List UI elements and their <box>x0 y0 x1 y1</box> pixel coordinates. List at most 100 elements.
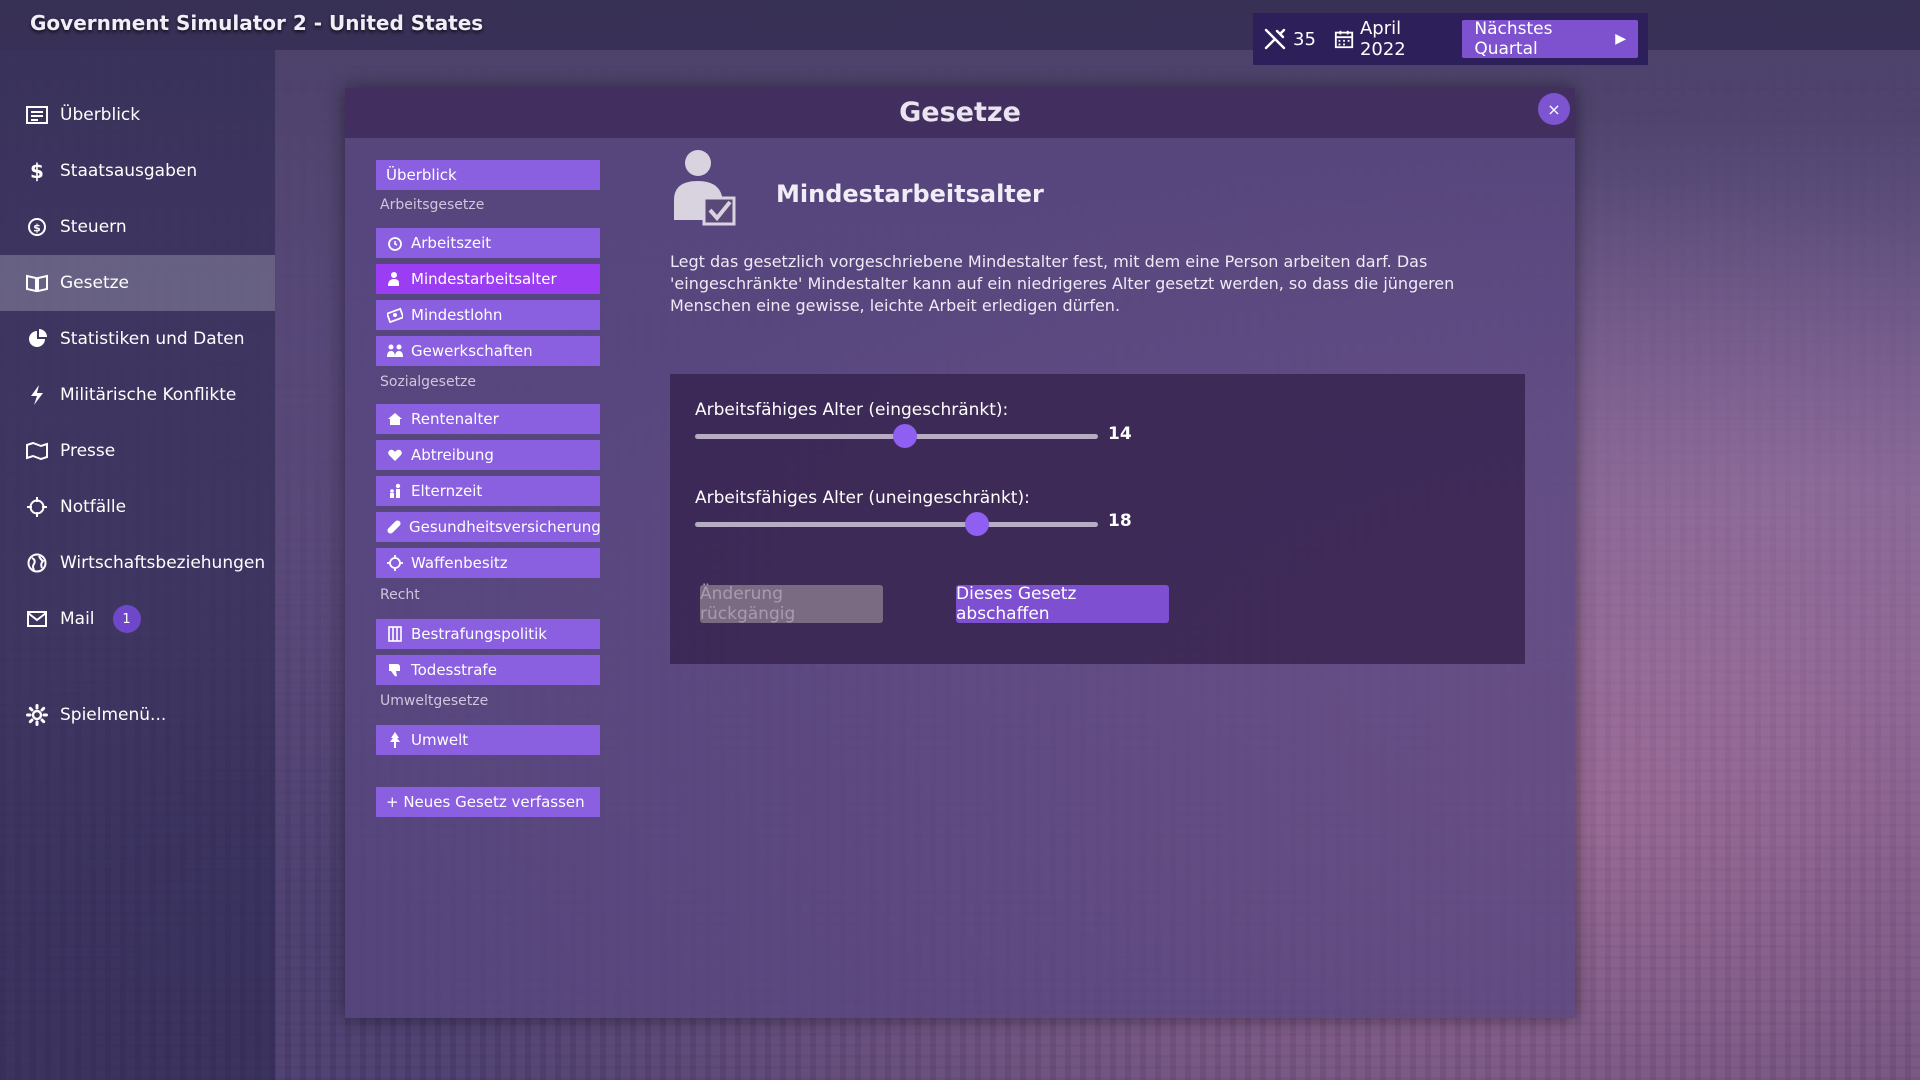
new-law-button[interactable]: + Neues Gesetz verfassen <box>376 787 600 817</box>
law-title: Mindestarbeitsalter <box>776 180 1044 208</box>
play-icon: ▶ <box>1615 31 1626 47</box>
clock-icon <box>386 234 404 252</box>
coin-icon: $ <box>24 216 50 238</box>
tools-icon <box>1264 28 1286 50</box>
category-law: Recht <box>380 587 420 603</box>
overview-icon <box>24 104 50 126</box>
law-item-bestrafungspolitik[interactable]: Bestrafungspolitik <box>376 619 600 649</box>
bandage-icon <box>386 518 402 536</box>
calendar-icon <box>1334 30 1354 49</box>
law-item-umwelt[interactable]: Umwelt <box>376 725 600 755</box>
law-item-arbeitszeit[interactable]: Arbeitszeit <box>376 228 600 258</box>
law-item-label: Überblick <box>386 166 457 184</box>
status-bar: 35 April 2022 Nächstes Quartal ▶ <box>1253 13 1648 65</box>
undo-change-button[interactable]: Änderung rückgängig <box>700 584 883 624</box>
category-work-laws: Arbeitsgesetze <box>380 197 485 213</box>
worker-check-icon <box>668 148 738 228</box>
sidebar-item-notfaelle[interactable]: Notfälle <box>0 479 275 535</box>
sidebar-item-steuern[interactable]: $ Steuern <box>0 199 275 255</box>
law-item-label: Waffenbesitz <box>411 554 508 572</box>
points-value: 35 <box>1293 28 1316 50</box>
app-title: Government Simulator 2 - United States <box>30 11 484 35</box>
sidebar-item-label: Notfälle <box>60 497 127 517</box>
sidebar-item-konflikte[interactable]: Militärische Konflikte <box>0 367 275 423</box>
sidebar-item-wirtschaft[interactable]: Wirtschaftsbeziehungen <box>0 535 275 591</box>
law-item-label: Bestrafungspolitik <box>411 625 547 643</box>
points-indicator: 35 <box>1263 27 1316 51</box>
mail-count-badge: 1 <box>112 605 141 633</box>
slider-value-restricted: 14 <box>1108 424 1132 444</box>
abolish-law-button[interactable]: Dieses Gesetz abschaffen <box>956 584 1169 624</box>
sidebar-item-label: Mail <box>60 609 95 629</box>
law-item-gesundheitsversicherung[interactable]: Gesundheitsversicherung <box>376 512 601 542</box>
new-law-label: + Neues Gesetz verfassen <box>386 793 585 811</box>
law-item-label: Mindestarbeitsalter <box>411 270 557 288</box>
law-item-label: Todesstrafe <box>411 661 497 679</box>
law-item-label: Abtreibung <box>411 446 494 464</box>
sidebar-item-label: Überblick <box>60 105 141 125</box>
law-item-elternzeit[interactable]: Elternzeit <box>376 476 600 506</box>
home-icon <box>386 410 404 428</box>
sidebar-item-label: Wirtschaftsbeziehungen <box>60 553 266 573</box>
sidebar-item-spielmenu[interactable]: Spielmenü... <box>0 687 275 743</box>
next-quarter-button[interactable]: Nächstes Quartal ▶ <box>1462 19 1638 59</box>
sidebar-item-label: Staatsausgaben <box>60 161 198 181</box>
sidebar-item-label: Presse <box>60 441 116 461</box>
date-value: April 2022 <box>1359 18 1406 60</box>
category-social-laws: Sozialgesetze <box>380 374 477 390</box>
law-item-label: Elternzeit <box>411 482 483 500</box>
law-item-rentenalter[interactable]: Rentenalter <box>376 404 600 434</box>
sidebar-item-label: Militärische Konflikte <box>60 385 237 405</box>
thumbs-down-icon <box>386 661 404 679</box>
law-item-label: Gewerkschaften <box>411 342 533 360</box>
slider-restricted[interactable] <box>695 424 1098 448</box>
slider-thumb-restricted[interactable] <box>892 424 917 448</box>
slider-thumb-unrestricted[interactable] <box>965 512 990 536</box>
globe-icon <box>24 552 50 574</box>
map-icon <box>24 440 50 462</box>
law-item-todesstrafe[interactable]: Todesstrafe <box>376 655 600 685</box>
law-item-waffenbesitz[interactable]: Waffenbesitz <box>376 548 600 578</box>
crosshair-icon <box>386 554 404 572</box>
slider-label-unrestricted: Arbeitsfähiges Alter (uneingeschränkt): <box>695 488 1030 508</box>
law-item-label: Mindestlohn <box>411 306 503 324</box>
law-settings-panel: Arbeitsfähiges Alter (eingeschränkt): 14… <box>670 374 1525 664</box>
sidebar-item-staatsausgaben[interactable]: $ Staatsausgaben <box>0 143 275 199</box>
sidebar: Überblick $ Staatsausgaben $ Steuern Ges… <box>0 50 275 1080</box>
law-item-gewerkschaften[interactable]: Gewerkschaften <box>376 336 600 366</box>
slider-unrestricted[interactable] <box>695 512 1098 536</box>
dialog-title: Gesetze <box>899 97 1021 128</box>
svg-text:$: $ <box>33 222 41 235</box>
sidebar-item-overview[interactable]: Überblick <box>0 87 275 143</box>
crosshair-icon <box>24 496 50 518</box>
sidebar-item-gesetze[interactable]: Gesetze <box>0 255 275 311</box>
sidebar-item-label: Statistiken und Daten <box>60 329 245 349</box>
law-item-label: Rentenalter <box>411 410 499 428</box>
dialog-header: Gesetze × <box>345 88 1575 138</box>
tree-icon <box>386 731 404 749</box>
law-item-overview[interactable]: Überblick <box>376 160 600 190</box>
dollar-icon: $ <box>30 159 44 183</box>
category-environment-laws: Umweltgesetze <box>380 693 489 709</box>
law-description: Legt das gesetzlich vorgeschriebene Mind… <box>670 252 1455 315</box>
law-item-label: Gesundheitsversicherung <box>409 518 601 536</box>
worker-icon <box>386 270 404 288</box>
sidebar-item-label: Spielmenü... <box>60 705 167 725</box>
sidebar-item-label: Gesetze <box>60 273 129 293</box>
sidebar-item-presse[interactable]: Presse <box>0 423 275 479</box>
sidebar-item-mail[interactable]: Mail 1 <box>0 591 275 647</box>
money-icon <box>386 306 404 324</box>
next-quarter-label: Nächstes Quartal <box>1474 19 1553 59</box>
law-item-abtreibung[interactable]: Abtreibung <box>376 440 600 470</box>
family-icon <box>386 482 404 500</box>
gear-icon <box>24 704 50 726</box>
slider-label-restricted: Arbeitsfähiges Alter (eingeschränkt): <box>695 400 1009 420</box>
book-icon <box>24 272 50 294</box>
law-item-mindestarbeitsalter[interactable]: Mindestarbeitsalter <box>376 264 600 294</box>
pie-chart-icon <box>24 328 50 350</box>
law-item-mindestlohn[interactable]: Mindestlohn <box>376 300 600 330</box>
sidebar-item-statistiken[interactable]: Statistiken und Daten <box>0 311 275 367</box>
close-button[interactable]: × <box>1538 93 1570 125</box>
heart-icon <box>386 446 404 464</box>
prison-icon <box>386 625 404 643</box>
